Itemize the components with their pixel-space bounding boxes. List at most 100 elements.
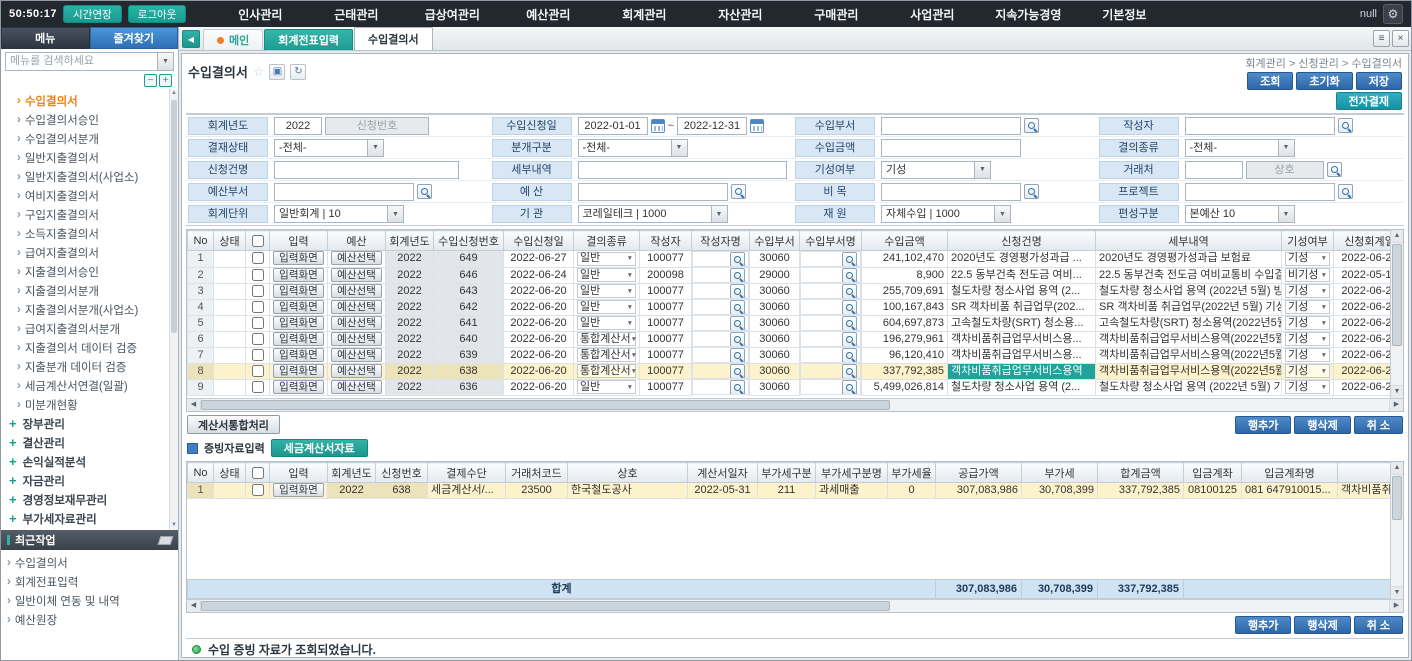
sidebar-group-item[interactable]: + 손익실적분석 [7, 452, 166, 471]
horizontal-scrollbar[interactable]: ◀ ▶ [187, 599, 1403, 612]
row-checkbox[interactable] [252, 349, 264, 361]
completion-cell-select[interactable]: 기성▼ [1285, 316, 1330, 330]
row-checkbox[interactable] [252, 301, 264, 313]
scroll-down-icon[interactable]: ▼ [1391, 586, 1403, 599]
sidebar-tab-menu[interactable]: 메뉴 [1, 27, 90, 49]
logout-button[interactable]: 로그아웃 [128, 5, 187, 23]
col-deposit-account-name[interactable]: 입금계좌명 [1242, 463, 1338, 483]
select-all-checkbox[interactable] [252, 467, 264, 479]
col-decision-type[interactable]: 결의종류 [574, 231, 640, 251]
select-all-checkbox[interactable] [252, 235, 264, 247]
sidebar-group-item[interactable]: + 경영정보재무관리 [7, 490, 166, 509]
col-writer-name[interactable]: 작성자명 [692, 231, 750, 251]
col-fiscal-year[interactable]: 회계년도 [328, 463, 376, 483]
date-to-input[interactable]: 2022-12-31 [677, 117, 747, 135]
vendor-name-input[interactable]: 상호 [1246, 161, 1324, 179]
fiscal-year-input[interactable]: 2022 [274, 117, 322, 135]
decision-type-cell-select[interactable]: 통합계산서▼ [577, 364, 636, 378]
top-menu-item[interactable]: 지속가능경영 [980, 6, 1076, 23]
detail-input[interactable] [578, 161, 788, 179]
input-screen-button[interactable]: 입력화면 [273, 251, 324, 265]
col-vat-amount[interactable]: 부가세 [1022, 463, 1098, 483]
search-icon[interactable] [1338, 118, 1353, 133]
scrollbar-thumb[interactable] [201, 400, 890, 410]
completion-cell-select[interactable]: 기성▼ [1285, 300, 1330, 314]
decision-type-cell-select[interactable]: 일반▼ [577, 284, 636, 298]
col-amount[interactable]: 수입금액 [862, 231, 948, 251]
col-request-date[interactable]: 수입신청일 [504, 231, 574, 251]
search-icon[interactable] [842, 316, 857, 331]
top-menu-item[interactable]: 구매관리 [788, 6, 884, 23]
collapse-all-button[interactable]: − [144, 74, 157, 87]
input-screen-button[interactable]: 입력화면 [273, 284, 324, 298]
col-no[interactable]: No [188, 463, 214, 483]
vertical-scrollbar[interactable]: ▲ ▼ [1390, 462, 1403, 599]
col-writer[interactable]: 작성자 [640, 231, 692, 251]
col-payment-method[interactable]: 결제수단 [428, 463, 506, 483]
col-vat-code[interactable]: 부가세구분 [758, 463, 816, 483]
table-row[interactable]: 9 입력화면 예산선택 2022 636 2022-06-20 일반▼ [188, 379, 1391, 395]
col-budget[interactable]: 예산 [328, 231, 386, 251]
sidebar-group-item[interactable]: + 부가세자료관리 [7, 509, 166, 528]
search-icon[interactable] [842, 252, 857, 267]
col-dept-name[interactable]: 수입부서명 [800, 231, 862, 251]
expense-item-input[interactable] [881, 183, 1021, 201]
search-icon[interactable] [417, 184, 432, 199]
col-note[interactable]: 적요 [1338, 463, 1391, 483]
budget-input[interactable] [578, 183, 728, 201]
col-dept[interactable]: 수입부서 [750, 231, 800, 251]
scroll-down-icon[interactable]: ▼ [1391, 385, 1403, 398]
col-request-no[interactable]: 신청번호 [376, 463, 428, 483]
scroll-down-icon[interactable]: ▼ [170, 521, 178, 530]
scrollbar-thumb[interactable] [1392, 244, 1402, 346]
sidebar-menu-item[interactable]: › 미분개현황 [7, 395, 166, 414]
tab-scroll-left-button[interactable]: ◀ [182, 30, 200, 48]
table-row[interactable]: 1 입력화면 2022 638 세금계산서/... 23500 한국철도공사 [188, 483, 1391, 499]
search-icon[interactable] [730, 364, 745, 379]
col-status[interactable]: 상태 [214, 463, 246, 483]
row-checkbox[interactable] [252, 484, 264, 496]
recent-item[interactable]: › 예산원장 [7, 610, 172, 629]
mdi-tab[interactable]: 수입결의서 [354, 27, 433, 50]
budget-select-button[interactable]: 예산선택 [331, 300, 382, 314]
table-row[interactable]: 2 입력화면 예산선택 2022 646 2022-06-24 일반▼ [188, 267, 1391, 283]
search-icon[interactable] [730, 332, 745, 347]
request-title-input[interactable] [274, 161, 459, 179]
sidebar-menu-item[interactable]: › 지출분개 데이터 검증 [7, 357, 166, 376]
col-completion[interactable]: 기성여부 [1282, 231, 1334, 251]
decision-type-cell-select[interactable]: 일반▼ [577, 380, 636, 394]
col-detail[interactable]: 세부내역 [1096, 231, 1282, 251]
row-checkbox[interactable] [252, 269, 264, 281]
income-dept-input[interactable] [881, 117, 1021, 135]
sidebar-group-item[interactable]: + 장부관리 [7, 414, 166, 433]
input-screen-button[interactable]: 입력화면 [273, 300, 324, 314]
search-icon[interactable] [842, 348, 857, 363]
eraser-icon[interactable] [158, 536, 174, 545]
col-vendor-code[interactable]: 거래처코드 [506, 463, 568, 483]
top-menu-item[interactable]: 예산관리 [500, 6, 596, 23]
table-row[interactable]: 3 입력화면 예산선택 2022 643 2022-06-20 일반▼ [188, 283, 1391, 299]
delete-row-button[interactable]: 행삭제 [1294, 616, 1350, 634]
search-icon[interactable] [731, 184, 746, 199]
scrollbar-thumb[interactable] [171, 100, 177, 333]
scroll-left-icon[interactable]: ◀ [187, 600, 201, 612]
recent-item[interactable]: › 일반이체 연동 및 내역 [7, 591, 172, 610]
row-checkbox[interactable] [252, 365, 264, 377]
fund-source-select[interactable]: 자체수입 | 1000▼ [881, 205, 1011, 223]
writer-input[interactable] [1185, 117, 1335, 135]
col-deposit-account[interactable]: 입금계좌 [1184, 463, 1242, 483]
row-checkbox[interactable] [252, 317, 264, 329]
sidebar-group-item[interactable]: + 자금관리 [7, 471, 166, 490]
scrollbar-thumb[interactable] [1392, 476, 1402, 520]
sidebar-tab-favorites[interactable]: 즐겨찾기 [90, 27, 179, 49]
request-no-input[interactable]: 신청번호 [325, 117, 429, 135]
scroll-right-icon[interactable]: ▶ [1389, 399, 1403, 411]
budget-select-button[interactable]: 예산선택 [331, 268, 382, 282]
input-screen-button[interactable]: 입력화면 [273, 364, 324, 378]
cancel-button[interactable]: 취 소 [1354, 616, 1403, 634]
scroll-up-icon[interactable]: ▲ [1391, 462, 1403, 475]
sidebar-menu-item[interactable]: › 급여지출결의서분개 [7, 319, 166, 338]
menu-search-input[interactable]: 메뉴를 검색하세요 ▼ [5, 52, 174, 71]
table-row[interactable]: 5 입력화면 예산선택 2022 641 2022-06-20 일반▼ [188, 315, 1391, 331]
search-icon[interactable] [842, 268, 857, 283]
